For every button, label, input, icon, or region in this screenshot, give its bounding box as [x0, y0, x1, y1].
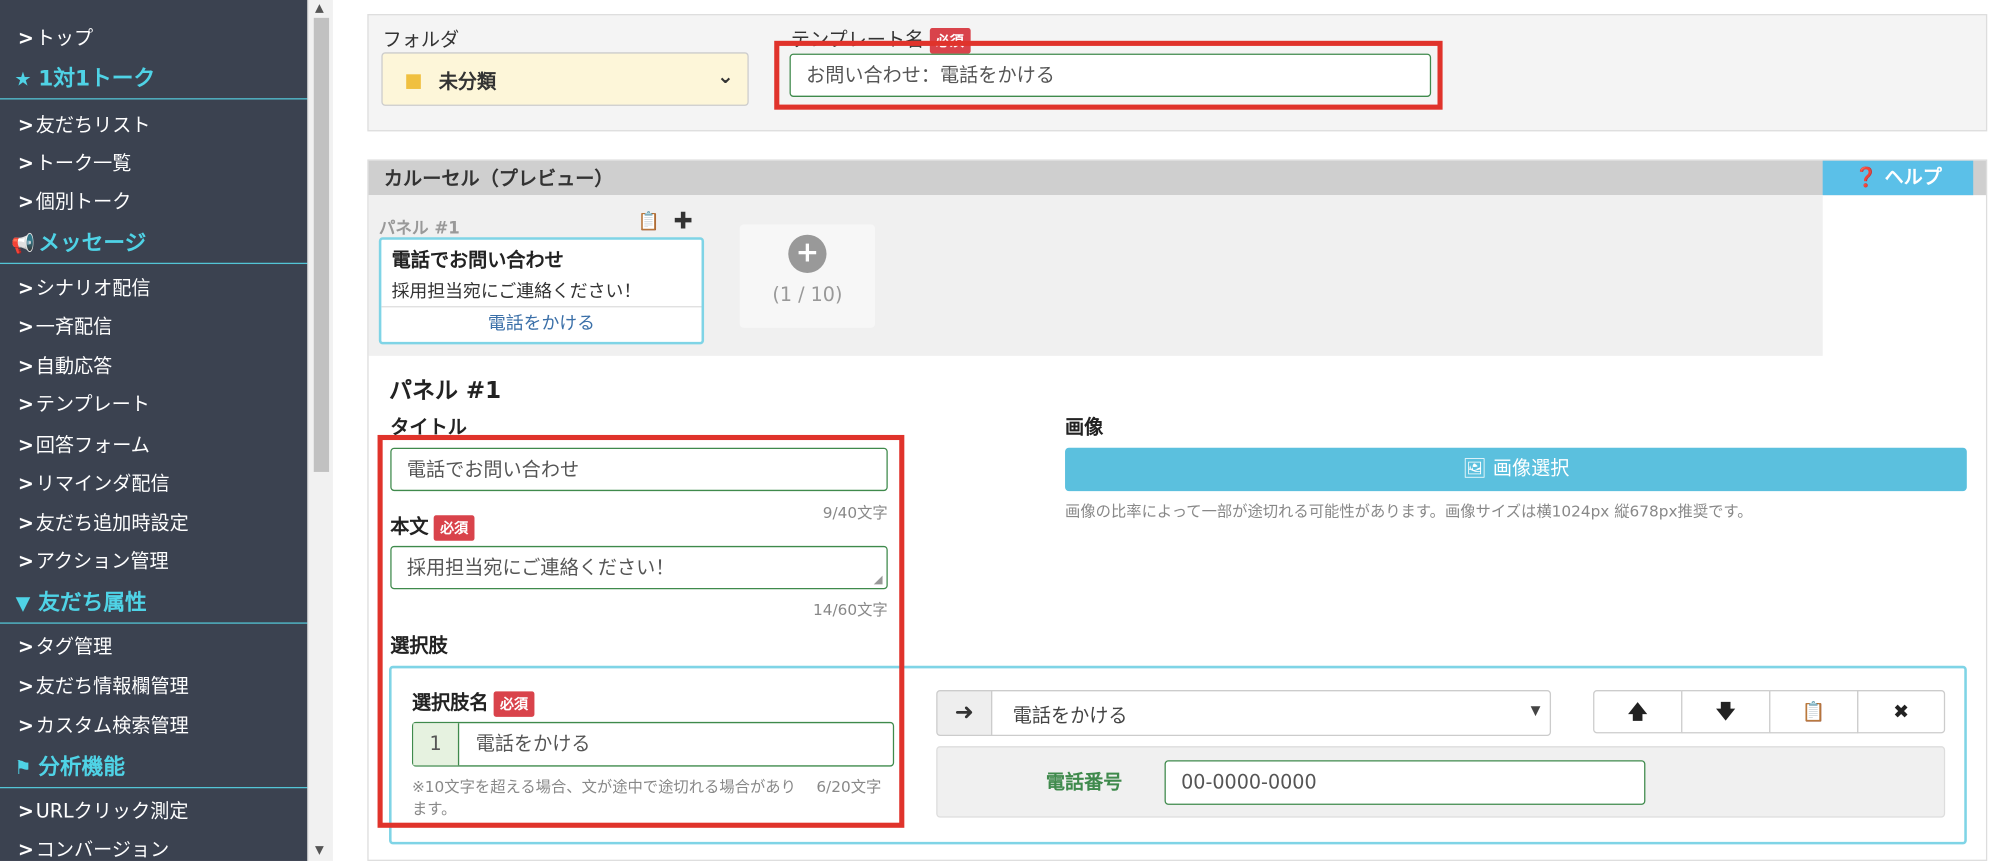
sidebar: > トップ ★ 1対1トーク > 友だちリスト > トーク一覧 > 個別トーク 📢 メッセー…: [0, 0, 308, 861]
chevron-down-icon: ⌄: [716, 63, 734, 89]
sidebar-section-analytics[interactable]: ⚑ 分析機能: [0, 750, 308, 789]
megaphone-icon: 📢: [11, 232, 35, 256]
sidebar-item-custom-search[interactable]: > カスタム検索管理: [0, 713, 307, 739]
sidebar-item-reminder[interactable]: > リマインダ配信: [0, 471, 307, 497]
sidebar-item-tag-management[interactable]: > タグ管理: [0, 634, 307, 660]
preview-card-action[interactable]: 電話をかける: [381, 306, 702, 342]
sidebar-section-message[interactable]: 📢 メッセージ: [0, 226, 308, 265]
add-panel-button[interactable]: + (1 / 10): [739, 224, 875, 328]
close-icon: ✖: [1893, 700, 1910, 724]
scroll-thumb[interactable]: [313, 17, 330, 472]
sidebar-item-action-management[interactable]: > アクション管理: [0, 548, 307, 574]
sidebar-item-talk-list[interactable]: > トーク一覧: [0, 151, 307, 177]
preview-panel-caption: パネル #1: [378, 219, 460, 239]
sidebar-item-label: 自動応答: [35, 354, 113, 378]
sidebar-item-url-click[interactable]: > URLクリック測定: [0, 798, 307, 824]
sidebar-item-label: テンプレート: [35, 392, 150, 416]
image-icon: 🖼: [1462, 456, 1493, 480]
sidebar-item-label: カスタム検索管理: [35, 714, 189, 738]
sidebar-item-label: シナリオ配信: [35, 276, 151, 300]
copy-icon: 📋: [1801, 700, 1826, 724]
preview-card-title: 電話でお問い合わせ: [391, 248, 564, 272]
sidebar-item-label: 個別トーク: [35, 190, 132, 214]
sidebar-item-label: 友だちリスト: [35, 113, 151, 137]
arrow-up-icon: 🡅: [1627, 700, 1648, 724]
carousel-header: カルーセル（プレビュー）: [368, 160, 1986, 196]
sidebar-item-answer-form[interactable]: > 回答フォーム: [0, 432, 307, 458]
sidebar-item-label: リマインダ配信: [35, 471, 170, 495]
sidebar-item-label: 一斉配信: [35, 315, 113, 339]
sidebar-item-friend-add-settings[interactable]: > 友だち追加時設定: [0, 510, 307, 536]
sidebar-item-top[interactable]: > トップ: [0, 26, 307, 52]
phone-input[interactable]: 00-0000-0000: [1164, 760, 1646, 805]
image-select-button[interactable]: 🖼 画像選択: [1065, 447, 1967, 492]
sidebar-item-label: アクション管理: [35, 549, 169, 573]
carousel-title: カルーセル（プレビュー）: [383, 167, 614, 191]
phone-label: 電話番号: [1045, 770, 1123, 794]
action-select-value: 電話をかける: [1012, 704, 1128, 728]
sidebar-item-label: URLクリック測定: [35, 799, 189, 823]
add-circle-icon: +: [788, 234, 827, 273]
arrow-right-icon: ➜: [936, 690, 993, 736]
image-label: 画像: [1065, 415, 1104, 439]
sidebar-item-conversion[interactable]: > コンバージョン: [0, 837, 307, 861]
sidebar-item-friend-list[interactable]: > 友だちリスト: [0, 112, 307, 138]
sidebar-item-label: 友だち情報欄管理: [35, 674, 189, 698]
image-note: 画像の比率によって一部が途切れる可能性があります。画像サイズは横1024px 縦…: [1065, 502, 1753, 521]
preview-card[interactable]: 電話でお問い合わせ 採用担当宛にご連絡ください！ 電話をかける: [378, 237, 705, 345]
copy-choice-button[interactable]: 📋: [1769, 690, 1859, 734]
sidebar-item-friend-info-fields[interactable]: > 友だち情報欄管理: [0, 673, 307, 699]
folder-label: フォルダ: [382, 28, 460, 52]
help-button-label: ヘルプ: [1884, 165, 1942, 189]
sidebar-item-label: 友だち追加時設定: [35, 511, 189, 535]
scroll-up-icon[interactable]: ▲: [315, 3, 324, 16]
sidebar-section-talk[interactable]: ★ 1対1トーク: [0, 61, 308, 100]
move-up-button[interactable]: 🡅: [1593, 690, 1683, 734]
folder-select[interactable]: ■ 未分類 ⌄: [381, 52, 749, 106]
sidebar-item-individual-talk[interactable]: > 個別トーク: [0, 189, 307, 215]
scroll-down-icon[interactable]: ▼: [315, 844, 324, 857]
sidebar-section-label: 分析機能: [38, 755, 125, 781]
sidebar-section-friend-attributes[interactable]: ▼ 友だち属性: [0, 585, 308, 624]
sidebar-item-label: コンバージョン: [35, 838, 170, 861]
sidebar-section-label: 友だち属性: [38, 590, 147, 617]
star-icon: ★: [14, 67, 32, 91]
panel-heading: パネル #1: [389, 377, 502, 405]
highlight-box-panel-fields: [377, 434, 905, 828]
filter-icon: ▼: [15, 591, 31, 615]
help-button[interactable]: ❓ ヘルプ: [1822, 160, 1974, 196]
sidebar-item-auto-reply[interactable]: > 自動応答: [0, 353, 307, 379]
app-window: > トップ ★ 1対1トーク > 友だちリスト > トーク一覧 > 個別トーク 📢 メッセー…: [0, 0, 2000, 861]
template-name-input[interactable]: お問い合わせ：電話をかける: [789, 53, 1432, 97]
action-select[interactable]: 電話をかける ▼: [991, 690, 1552, 736]
sidebar-scrollbar[interactable]: ▲ ▼: [307, 0, 333, 861]
panel-counter: (1 / 10): [772, 283, 843, 307]
sidebar-item-label: トーク一覧: [35, 151, 132, 175]
sidebar-section-label: メッセージ: [38, 230, 147, 257]
dropdown-arrow-icon: ▼: [1530, 704, 1541, 719]
sidebar-item-template[interactable]: > テンプレート: [0, 392, 307, 418]
sidebar-item-label: 回答フォーム: [35, 433, 150, 457]
image-select-label: 画像選択: [1492, 456, 1570, 480]
folder-icon: ■: [404, 68, 423, 92]
plus-icon[interactable]: ✚: [673, 208, 692, 235]
preview-card-text: 採用担当宛にご連絡ください！: [391, 281, 642, 303]
copy-icon[interactable]: 📋: [638, 212, 660, 232]
sidebar-item-label: タグ管理: [35, 635, 113, 659]
sidebar-section-label: 1対1トーク: [38, 66, 156, 92]
question-icon: ❓: [1853, 165, 1885, 189]
sidebar-item-label: トップ: [35, 26, 94, 50]
sidebar-item-broadcast[interactable]: > 一斉配信: [0, 314, 307, 340]
move-down-button[interactable]: 🡇: [1681, 690, 1771, 734]
delete-choice-button[interactable]: ✖: [1857, 690, 1946, 734]
sidebar-item-scenario[interactable]: > シナリオ配信: [0, 276, 307, 302]
arrow-down-icon: 🡇: [1715, 700, 1736, 724]
folder-select-value: 未分類: [438, 70, 497, 94]
flag-icon: ⚑: [14, 756, 32, 780]
